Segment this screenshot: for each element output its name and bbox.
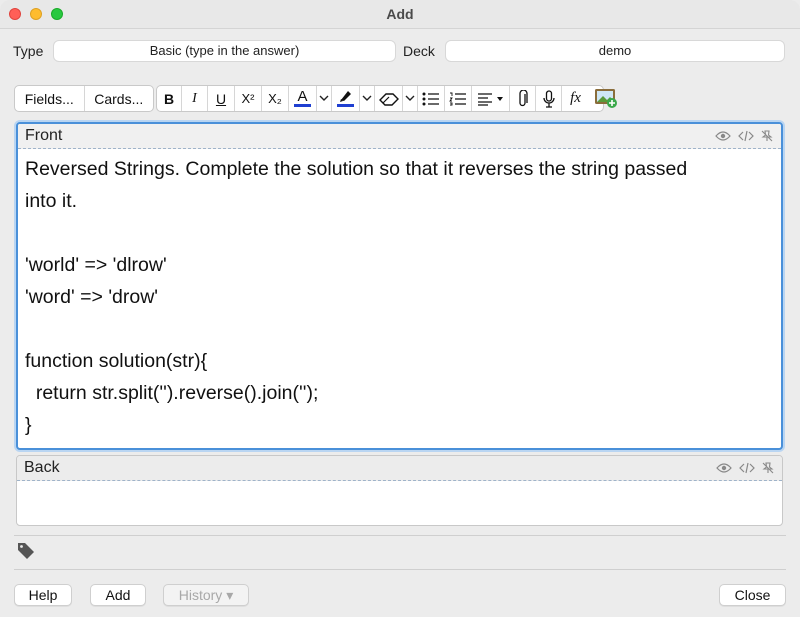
text-color-letter: A [297, 87, 308, 105]
numbered-list-icon [449, 92, 466, 105]
image-add-icon [595, 88, 617, 108]
eraser-icon [378, 92, 399, 106]
unordered-list-button[interactable] [418, 86, 445, 111]
fields-cards-group: Fields... Cards... [14, 85, 154, 112]
back-field-content[interactable] [17, 481, 782, 489]
deck-selector[interactable]: demo [445, 40, 785, 62]
title-bar: Add [0, 0, 800, 29]
underline-button[interactable]: U [208, 86, 235, 111]
remove-formatting-button[interactable] [375, 86, 403, 111]
front-field-label: Front [25, 127, 63, 144]
tag-icon[interactable] [16, 542, 36, 560]
back-field[interactable]: Back [16, 455, 783, 526]
html-editor-icon[interactable] [739, 462, 755, 474]
paperclip-icon [518, 89, 528, 106]
back-field-header: Back [17, 456, 782, 481]
italic-button[interactable]: I [182, 86, 208, 111]
chevron-down-icon [362, 95, 372, 101]
record-audio-button[interactable] [536, 86, 562, 111]
text-color-dropdown[interactable] [317, 86, 332, 111]
back-field-label: Back [24, 459, 60, 476]
ordered-list-button[interactable] [445, 86, 472, 111]
history-button[interactable]: History ▾ [163, 584, 249, 606]
window-title: Add [386, 6, 414, 22]
cards-button[interactable]: Cards... [85, 86, 154, 111]
help-button[interactable]: Help [14, 584, 72, 606]
highlight-color-swatch [337, 104, 354, 107]
fields-button[interactable]: Fields... [15, 86, 85, 111]
align-left-icon [477, 92, 503, 106]
pin-icon[interactable] [761, 130, 773, 142]
divider [14, 535, 786, 536]
text-color-button[interactable]: A [289, 86, 317, 111]
chevron-down-icon [405, 95, 415, 101]
formatting-group: B I U X² X₂ A fx [156, 85, 604, 112]
add-button[interactable]: Add [90, 584, 146, 606]
front-text-line [25, 313, 774, 345]
microphone-icon [542, 89, 555, 108]
back-field-icons [716, 462, 774, 474]
eye-icon[interactable] [715, 130, 731, 142]
subscript-button[interactable]: X₂ [262, 86, 289, 111]
attach-button[interactable] [510, 86, 536, 111]
remove-formatting-dropdown[interactable] [403, 86, 418, 111]
bold-button[interactable]: B [157, 86, 182, 111]
front-text-line: return str.split('').reverse().join(''); [25, 382, 319, 404]
deck-label: Deck [403, 43, 435, 59]
type-label: Type [13, 43, 44, 59]
front-text-line: } [25, 414, 32, 436]
front-field-content[interactable]: Reversed Strings. Complete the solution … [18, 149, 781, 445]
front-field-icons [715, 130, 773, 142]
close-button[interactable]: Close [719, 584, 786, 606]
chevron-down-icon [319, 95, 329, 101]
math-button[interactable]: fx [562, 86, 589, 111]
superscript-button[interactable]: X² [235, 86, 262, 111]
highlight-button[interactable] [332, 86, 360, 111]
divider [14, 569, 786, 570]
front-field[interactable]: Front Reversed Strings. Complete the sol… [16, 122, 783, 450]
image-occlusion-button[interactable] [592, 85, 620, 110]
front-field-header: Front [18, 124, 781, 149]
tag-editor[interactable] [16, 542, 36, 565]
text-color-swatch [294, 104, 311, 107]
html-editor-icon[interactable] [738, 130, 754, 142]
front-text-line: Reversed Strings. Complete the solution … [25, 158, 688, 180]
front-text-line: into it. [25, 190, 78, 212]
image-occlusion-group [592, 85, 620, 112]
add-note-window: Add Type Basic (type in the answer) Deck… [0, 0, 800, 617]
pin-icon[interactable] [762, 462, 774, 474]
eye-icon[interactable] [716, 462, 732, 474]
highlighter-icon [339, 91, 351, 102]
front-text-line: 'world' => 'dlrow' [25, 254, 167, 276]
note-type-selector[interactable]: Basic (type in the answer) [53, 40, 396, 62]
front-text-line [25, 217, 774, 249]
bullet-list-icon [422, 92, 439, 105]
front-text-line: function solution(str){ [25, 350, 208, 372]
text-align-button[interactable] [472, 86, 510, 111]
highlight-dropdown[interactable] [360, 86, 375, 111]
front-text-line: 'word' => 'drow' [25, 286, 159, 308]
